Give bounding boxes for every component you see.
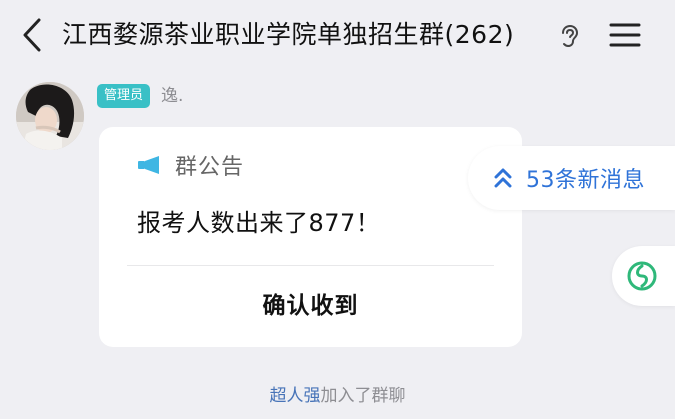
announcement-content: 报考人数出来了877！ (137, 209, 381, 237)
hamburger-menu-icon (609, 23, 641, 47)
new-messages-label: 53条新消息 (526, 168, 645, 193)
megaphone-icon (138, 156, 159, 174)
chat-title: 江西婺源茶业职业学院单独招生群(262) (62, 20, 515, 49)
back-button[interactable] (16, 16, 48, 54)
ear-icon[interactable] (558, 24, 580, 48)
system-message-user[interactable]: 超人强 (270, 386, 321, 406)
sender-avatar[interactable] (16, 82, 84, 150)
sender-name[interactable]: 逸. (161, 84, 183, 108)
new-messages-button[interactable]: 53条新消息 (468, 146, 675, 210)
chat-header: 江西婺源茶业职业学院单独招生群(262) (0, 0, 675, 72)
announcement-title: 群公告 (175, 155, 245, 180)
green-circle-logo-icon (627, 261, 657, 291)
double-chevron-up-icon (494, 168, 512, 188)
menu-button[interactable] (607, 20, 643, 50)
confirm-received-button[interactable]: 确认收到 (99, 266, 522, 347)
floating-app-button[interactable] (612, 246, 675, 306)
system-message-action: 加入了群聊 (320, 386, 406, 406)
announcement-card[interactable]: 群公告 报考人数出来了877！ 确认收到 (99, 127, 522, 347)
chevron-left-icon (23, 18, 41, 52)
system-message: 超人强加入了群聊 (0, 381, 675, 406)
avatar-photo (16, 82, 84, 150)
admin-badge: 管理员 (97, 84, 151, 108)
announcement-header: 群公告 (137, 147, 244, 183)
